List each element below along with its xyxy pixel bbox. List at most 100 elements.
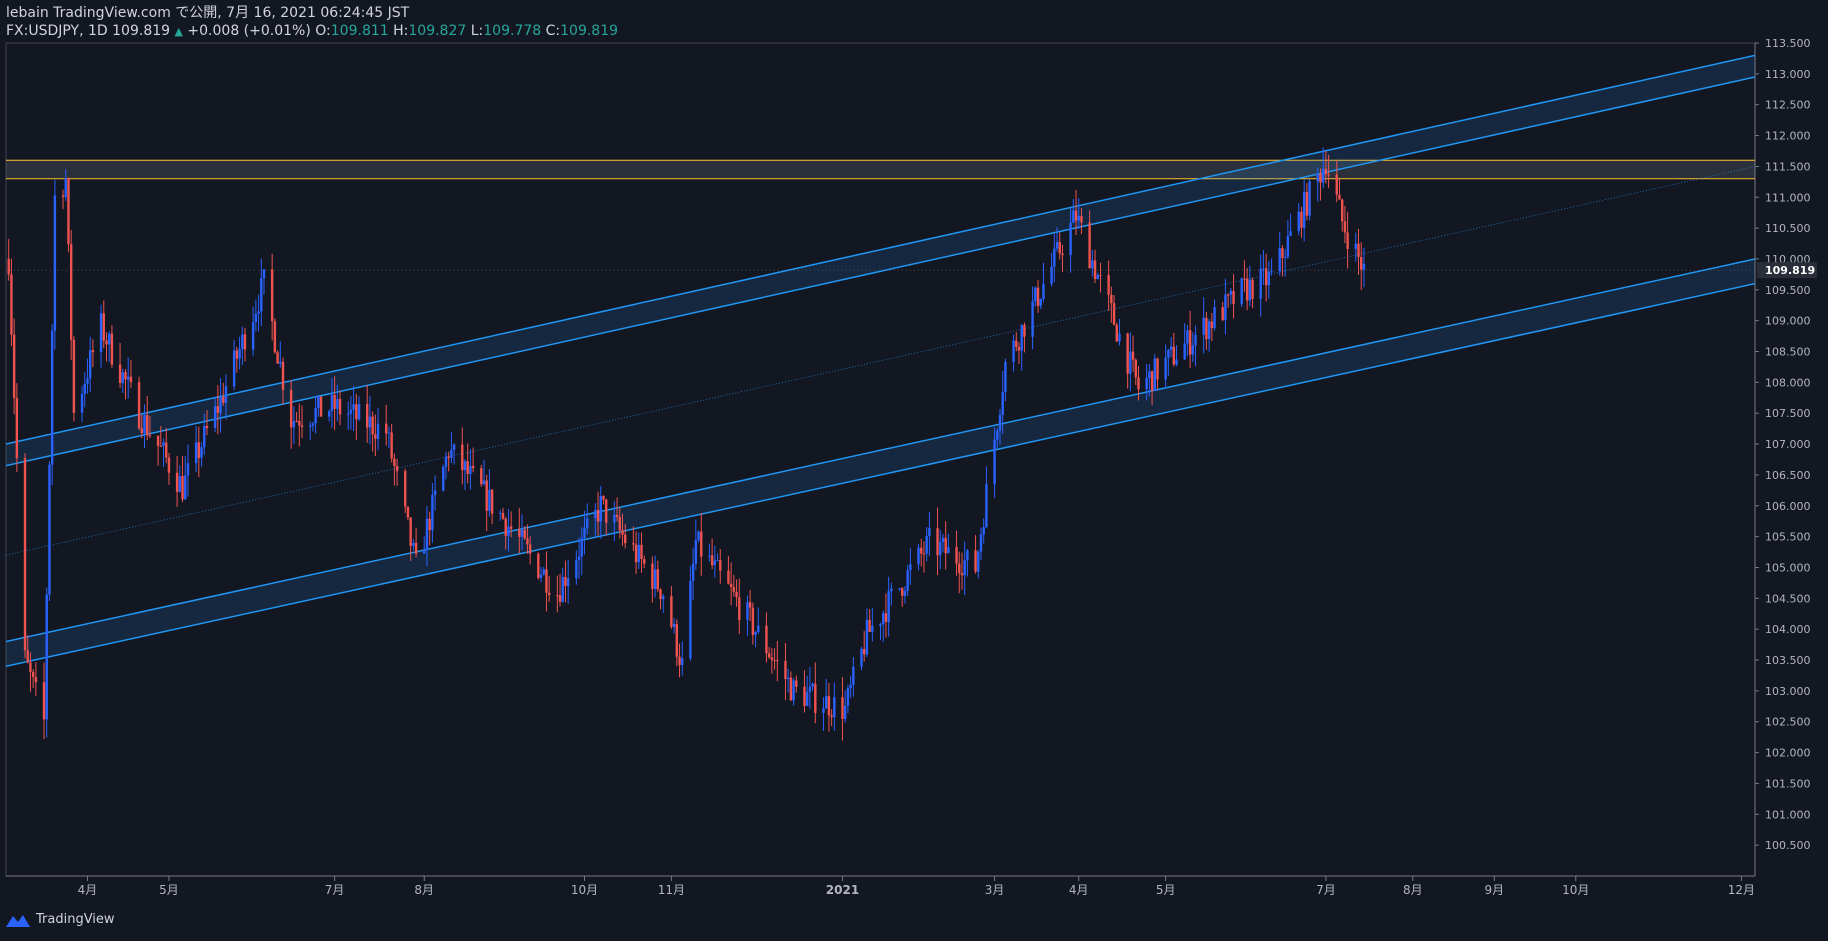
price-tick-label: 112.500 (1765, 99, 1811, 112)
candle-body (599, 496, 602, 522)
candle-body (1156, 358, 1159, 380)
price-chart[interactable]: 100.500 101.000 101.500 102.000 102.500 103.0… (0, 0, 1828, 941)
price-tick-label: 107.000 (1765, 438, 1811, 451)
candle-body (1321, 168, 1325, 183)
candle-body (15, 397, 19, 459)
candle-body (694, 540, 698, 564)
candle-body (1335, 174, 1338, 195)
candle-body (1069, 222, 1072, 256)
candle-body (393, 458, 396, 467)
channel-band (6, 55, 1755, 466)
price-tick-label: 110.500 (1765, 222, 1811, 235)
candle-body (1072, 210, 1075, 223)
candle-body (450, 449, 453, 458)
channel-midline (6, 166, 1755, 556)
candle-body (1001, 392, 1004, 415)
candle-body (12, 334, 16, 398)
candle-body (776, 660, 779, 662)
candle-body (235, 350, 239, 359)
candle-body (197, 442, 201, 459)
candle-body (808, 686, 812, 692)
candle-body (431, 494, 434, 531)
candle-body (1297, 211, 1300, 232)
candle-body (216, 406, 220, 413)
candle-body (849, 684, 852, 689)
price-tick-label: 111.000 (1765, 191, 1811, 204)
price-tick-label: 104.500 (1765, 592, 1811, 605)
candle-body (108, 333, 111, 345)
candle-body (1036, 287, 1040, 306)
candle-body (175, 472, 179, 492)
price-tick-label: 109.500 (1765, 284, 1811, 297)
candle-body (520, 529, 524, 537)
candle-body (292, 421, 296, 428)
candle-body (713, 560, 717, 566)
candle-body (178, 476, 182, 492)
candle-body (243, 334, 247, 350)
candle-body (1262, 268, 1265, 270)
candle-body (281, 361, 285, 390)
candle-body (1270, 271, 1273, 273)
candle-body (1034, 287, 1037, 302)
candle-body (260, 278, 263, 312)
candle-body (605, 499, 608, 523)
price-tick-label: 105.000 (1765, 561, 1811, 574)
candle-body (868, 620, 871, 632)
price-tick-label: 102.000 (1765, 747, 1811, 760)
candle-body (317, 396, 320, 408)
candle-body (444, 456, 448, 467)
candle-body (241, 334, 244, 349)
candle-body (996, 430, 999, 440)
candle-body (1126, 333, 1129, 374)
candle-body (963, 560, 966, 576)
candle-body (697, 531, 700, 541)
candle-body (34, 676, 38, 683)
candle-body (124, 372, 127, 380)
candle-body (1020, 324, 1023, 351)
candle-body (1221, 307, 1224, 321)
candle-body (982, 526, 985, 535)
candle-body (289, 389, 293, 428)
time-tick-label: 2021 (826, 883, 859, 897)
candle-body (91, 350, 95, 353)
time-tick-label: 11月 (658, 883, 685, 897)
candle-body (1286, 236, 1290, 257)
candle-body (1360, 256, 1363, 270)
candle-body (414, 542, 418, 554)
candle-body (1346, 232, 1349, 249)
candle-body (499, 512, 502, 514)
candle-body (757, 625, 760, 632)
candle-body (1169, 346, 1173, 350)
candle-body (1357, 243, 1360, 257)
candle-body (1319, 173, 1322, 183)
candle-body (1058, 242, 1061, 254)
candle-body (327, 411, 331, 417)
candle-body (143, 415, 146, 434)
candle-body (366, 404, 369, 428)
candle-body (871, 626, 874, 632)
candle-body (643, 559, 646, 564)
candle-body (1042, 283, 1045, 300)
candle-body (376, 423, 380, 439)
channel-upper-line (6, 258, 1755, 643)
candle-body (1164, 357, 1167, 380)
candle-body (1213, 307, 1216, 329)
candle-body (482, 480, 486, 485)
candle-body (425, 518, 429, 550)
candle-body (944, 537, 947, 554)
candle-body (1226, 294, 1230, 296)
candle-body (463, 461, 467, 471)
candle-body (843, 705, 847, 720)
candle-body (1061, 253, 1064, 256)
candle-body (545, 569, 548, 593)
candle-body (993, 439, 996, 485)
candle-body (298, 421, 301, 426)
candle-body (23, 458, 27, 651)
candle-body (738, 597, 741, 620)
candle-body (181, 476, 184, 500)
candle-body (69, 244, 73, 340)
candle-body (1131, 351, 1135, 360)
candle-body (10, 274, 13, 335)
candle-body (939, 542, 942, 556)
candle-body (727, 570, 730, 584)
